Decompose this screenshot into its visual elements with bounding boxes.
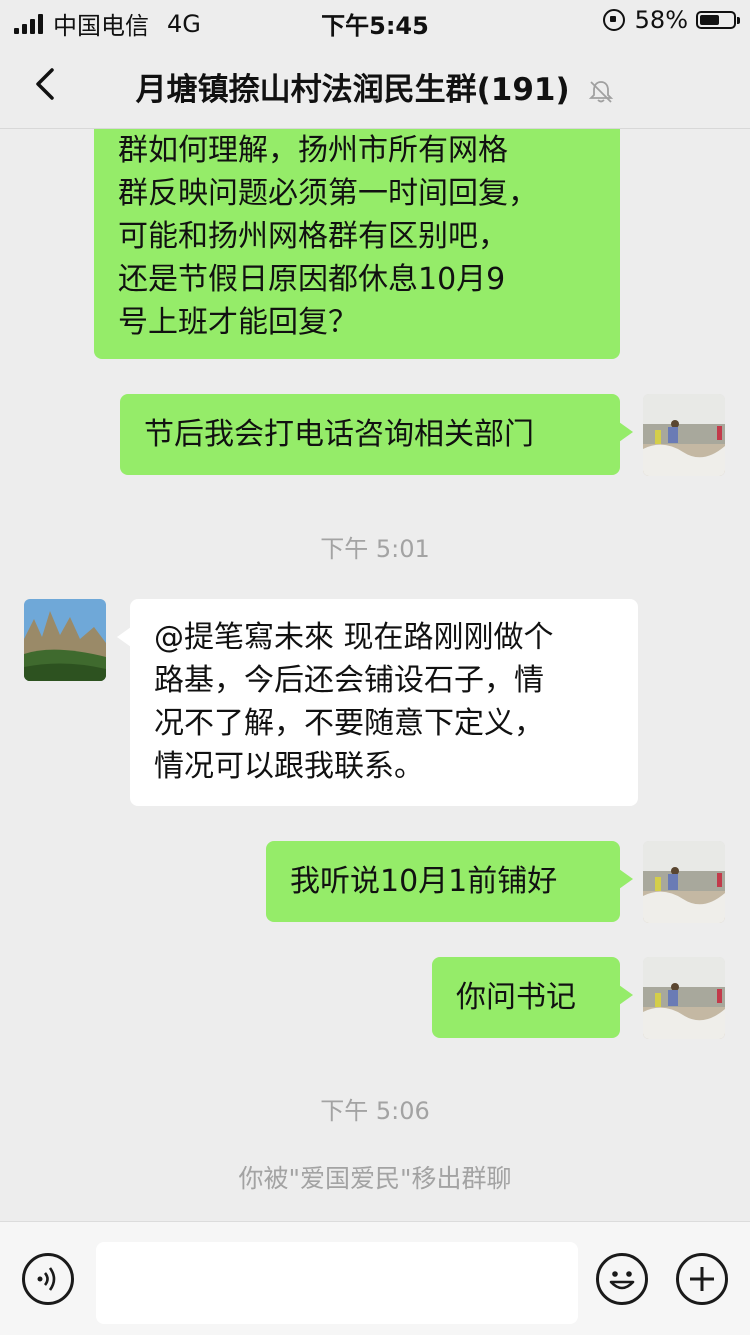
plus-icon[interactable] bbox=[676, 1253, 728, 1305]
status-bar: 中国电信 4G 下午5:45 58% bbox=[0, 0, 750, 40]
chevron-left-icon[interactable] bbox=[28, 64, 68, 104]
chat-title-wrap[interactable]: 月塘镇捺山村法润民生群(191) bbox=[100, 64, 650, 109]
message-line: 群反映问题必须第一时间回复， bbox=[118, 176, 538, 211]
message-line: @提笔寫未來 现在路刚刚做个 bbox=[154, 620, 554, 655]
beach-photo-icon bbox=[643, 957, 725, 1039]
message-bubble-other[interactable]: @提笔寫未來 现在路刚刚做个 路基，今后还会铺设石子，情 况不了解，不要随意下定… bbox=[117, 599, 638, 806]
mountain-photo-icon bbox=[24, 599, 106, 681]
other-avatar[interactable] bbox=[24, 599, 106, 681]
input-bar bbox=[0, 1221, 750, 1335]
smiley-face-icon bbox=[609, 1271, 635, 1290]
chat-header: 月塘镇捺山村法润民生群(191) bbox=[0, 40, 750, 129]
beach-photo-icon bbox=[643, 841, 725, 923]
message-list[interactable]: 群如何理解，扬州市所有网格 群反映问题必须第一时间回复， 可能和扬州网格群有区别… bbox=[0, 129, 750, 1221]
message-line: 群如何理解，扬州市所有网格 bbox=[118, 133, 508, 168]
voice-icon[interactable] bbox=[22, 1253, 74, 1305]
battery-fill bbox=[700, 15, 719, 25]
beach-photo-icon bbox=[643, 394, 725, 476]
message-line: 可能和扬州网格群有区别吧， bbox=[118, 219, 508, 254]
message-text: 你问书记 bbox=[456, 980, 576, 1015]
message-bubble-self[interactable]: 我听说10月1前铺好 bbox=[266, 841, 633, 922]
timestamp: 下午 5:01 bbox=[320, 535, 430, 563]
battery-icon bbox=[696, 11, 740, 29]
message-bubble-self[interactable]: 节后我会打电话咨询相关部门 bbox=[120, 394, 633, 475]
battery-percent: 58% bbox=[634, 6, 688, 34]
message-line: 号上班才能回复？ bbox=[118, 305, 358, 340]
system-notice: 你被"爱国爱民"移出群聊 bbox=[238, 1164, 512, 1193]
self-avatar[interactable] bbox=[643, 394, 725, 476]
plus-sign-icon bbox=[690, 1267, 714, 1291]
message-text: 节后我会打电话咨询相关部门 bbox=[144, 417, 534, 452]
message-line: 还是节假日原因都休息10月9 bbox=[118, 262, 506, 297]
self-avatar[interactable] bbox=[643, 957, 725, 1039]
rotation-lock-icon bbox=[602, 9, 625, 31]
emoji-icon[interactable] bbox=[596, 1253, 648, 1305]
message-bubble-self[interactable]: 你问书记 bbox=[432, 957, 633, 1038]
message-line: 情况可以跟我联系。 bbox=[154, 749, 424, 784]
self-avatar[interactable] bbox=[643, 841, 725, 923]
bell-mute-icon bbox=[589, 80, 614, 103]
message-line: 路基，今后还会铺设石子，情 bbox=[154, 663, 544, 698]
chat-title: 月塘镇捺山村法润民生群(191) bbox=[135, 72, 570, 108]
message-text: 我听说10月1前铺好 bbox=[290, 864, 558, 899]
timestamp: 下午 5:06 bbox=[320, 1097, 430, 1125]
status-right: 58% bbox=[602, 6, 740, 34]
message-line: 况不了解，不要随意下定义， bbox=[154, 706, 544, 741]
message-input[interactable] bbox=[96, 1242, 578, 1324]
message-bubble-self[interactable]: 群如何理解，扬州市所有网格 群反映问题必须第一时间回复， 可能和扬州网格群有区别… bbox=[94, 129, 620, 359]
voice-wave-icon bbox=[37, 1267, 56, 1291]
